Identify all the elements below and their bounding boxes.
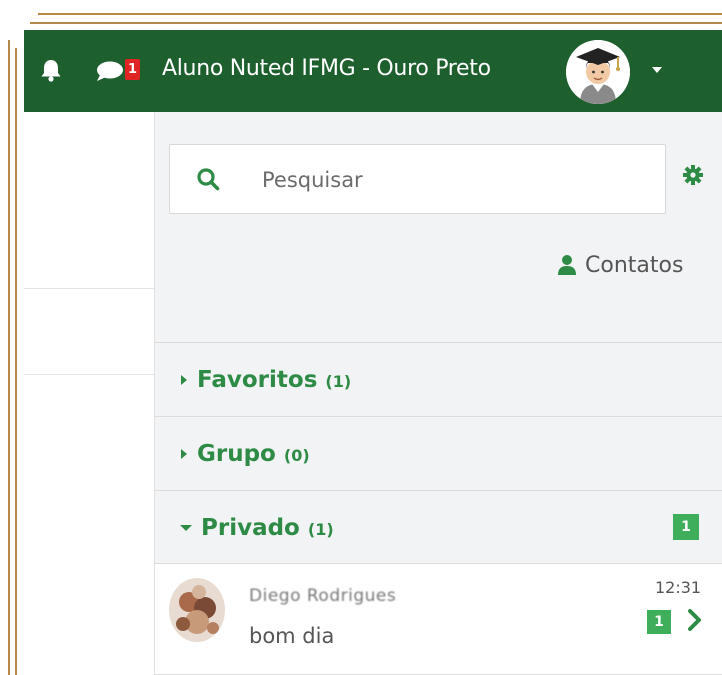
message-time: 12:31 <box>655 578 702 597</box>
frame-line <box>8 40 10 675</box>
contacts-label: Contatos <box>585 252 684 278</box>
last-message: bom dia <box>249 624 335 648</box>
top-navbar: 1 Aluno Nuted IFMG - Ouro Preto <box>24 30 722 112</box>
message-drawer: Contatos Favoritos (1) Grupo (0) Privado… <box>154 112 722 675</box>
section-title: Favoritos <box>197 366 318 393</box>
section-title: Privado <box>201 514 300 541</box>
caret-right-icon <box>181 448 187 459</box>
frame-line <box>15 48 17 675</box>
search-box[interactable] <box>169 144 666 214</box>
frame-line <box>30 22 722 24</box>
section-privado[interactable]: Privado (1) 1 <box>155 490 722 564</box>
chevron-right-icon[interactable] <box>687 608 703 632</box>
unread-badge: 1 <box>673 514 699 540</box>
caret-right-icon <box>181 374 187 385</box>
search-input[interactable] <box>260 161 644 199</box>
section-count: (1) <box>307 520 334 539</box>
contact-name: Diego Rodrigues <box>249 586 397 606</box>
message-count-badge: 1 <box>125 59 140 80</box>
left-content-area <box>24 112 154 675</box>
section-grupo[interactable]: Grupo (0) <box>155 416 722 490</box>
divider <box>24 374 154 375</box>
contacts-link[interactable]: Contatos <box>557 250 683 280</box>
caret-down-icon[interactable] <box>650 63 664 77</box>
frame-line <box>38 13 722 15</box>
search-icon[interactable] <box>196 167 220 191</box>
unread-badge: 1 <box>647 610 671 634</box>
bell-icon[interactable] <box>40 58 62 82</box>
section-count: (0) <box>283 446 310 465</box>
conversation-item[interactable]: Diego Rodrigues bom dia 12:31 1 <box>155 563 722 675</box>
user-menu-name[interactable]: Aluno Nuted IFMG - Ouro Preto <box>162 52 491 86</box>
section-favoritos[interactable]: Favoritos (1) <box>155 342 722 416</box>
section-title: Grupo <box>197 440 276 467</box>
caret-down-icon <box>180 524 192 531</box>
divider <box>24 288 154 289</box>
app-window: 1 Aluno Nuted IFMG - Ouro Preto Pesquisa… <box>24 30 722 675</box>
chat-icon[interactable] <box>96 60 124 82</box>
section-count: (1) <box>325 372 352 391</box>
gear-icon[interactable] <box>682 164 704 186</box>
contact-avatar <box>169 578 225 642</box>
user-icon <box>558 255 576 275</box>
graduate-avatar-icon <box>566 40 630 104</box>
user-avatar[interactable] <box>566 40 630 104</box>
